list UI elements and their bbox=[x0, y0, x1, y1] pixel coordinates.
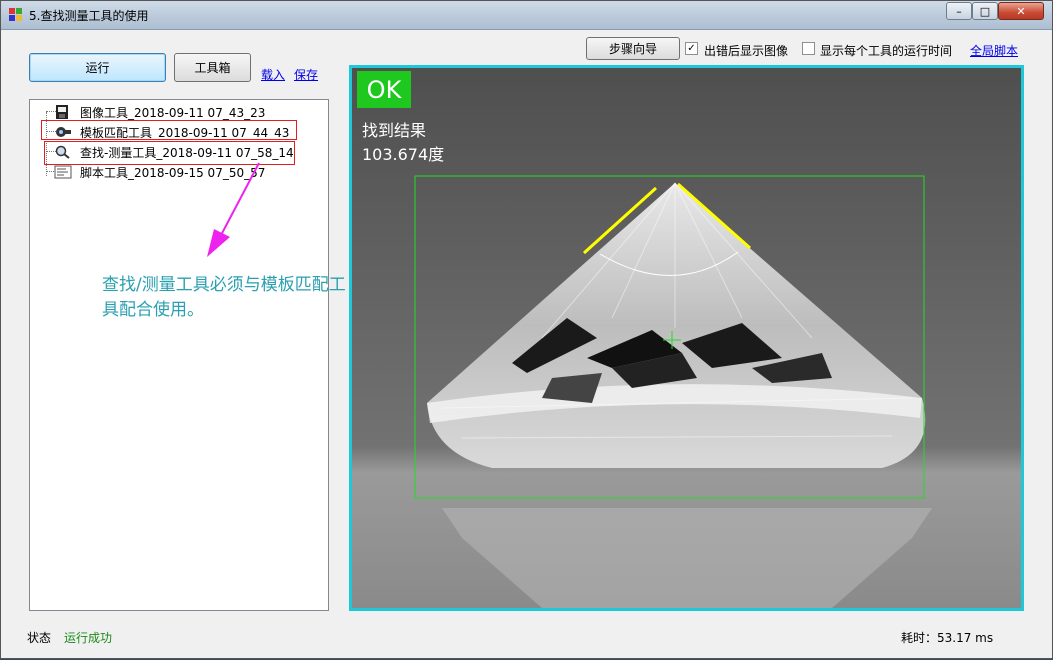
minimize-button[interactable]: – bbox=[946, 2, 972, 20]
tool-tree[interactable]: 图像工具_2018-09-11 07_43_23 模板匹配工具_2018-09-… bbox=[29, 99, 329, 611]
close-icon: ✕ bbox=[1016, 4, 1026, 18]
tree-item-label: 脚本工具_2018-09-15 07_50_57 bbox=[80, 166, 266, 180]
minimize-icon: – bbox=[956, 4, 962, 18]
show-tool-time-label: 显示每个工具的运行时间 bbox=[820, 44, 953, 58]
script-tool-icon bbox=[54, 165, 72, 179]
run-button[interactable]: 运行 bbox=[29, 53, 166, 82]
title-bar[interactable]: 5.查找测量工具的使用 – □ ✕ bbox=[1, 1, 1052, 30]
step-wizard-button[interactable]: 步骤向导 bbox=[586, 37, 680, 60]
highlight-box bbox=[44, 141, 295, 165]
maximize-icon: □ bbox=[979, 4, 991, 18]
diamond-image bbox=[352, 68, 1021, 608]
ok-badge: OK bbox=[357, 71, 411, 108]
tree-item-label: 图像工具_2018-09-11 07_43_23 bbox=[80, 106, 266, 120]
maximize-button[interactable]: □ bbox=[972, 2, 998, 20]
highlight-box bbox=[41, 120, 297, 140]
save-link[interactable]: 保存 bbox=[294, 66, 318, 83]
result-angle: 103.674度 bbox=[362, 145, 445, 164]
show-tool-time-checkbox[interactable] bbox=[802, 42, 815, 55]
image-tool-icon bbox=[56, 105, 68, 119]
app-icon bbox=[9, 8, 23, 22]
application-window: 5.查找测量工具的使用 – □ ✕ 运行 工具箱 载入 保存 步骤向导 ✓ 出错… bbox=[0, 0, 1053, 659]
window-title: 5.查找测量工具的使用 bbox=[29, 9, 149, 23]
tree-item-image-tool[interactable]: 图像工具_2018-09-11 07_43_23 bbox=[56, 104, 266, 120]
global-script-link[interactable]: 全局脚本 bbox=[970, 42, 1018, 59]
status-label: 状态 bbox=[27, 631, 52, 645]
status-value: 运行成功 bbox=[64, 631, 113, 645]
annotation-text: 查找/测量工具必须与模板匹配工具配合使用。 bbox=[102, 275, 346, 320]
show-image-on-error-checkbox[interactable]: ✓ bbox=[685, 42, 698, 55]
toolbox-button[interactable]: 工具箱 bbox=[174, 53, 251, 82]
tree-item-script-tool[interactable]: 脚本工具_2018-09-15 07_50_57 bbox=[54, 164, 266, 180]
result-label: 找到结果 bbox=[362, 121, 427, 140]
show-image-on-error-label: 出错后显示图像 bbox=[704, 44, 789, 58]
image-viewer[interactable]: OK 找到结果 103.674度 bbox=[349, 65, 1024, 611]
load-link[interactable]: 载入 bbox=[261, 66, 285, 83]
close-button[interactable]: ✕ bbox=[998, 2, 1044, 20]
elapsed-time: 耗时：53.17 ms bbox=[901, 631, 994, 645]
